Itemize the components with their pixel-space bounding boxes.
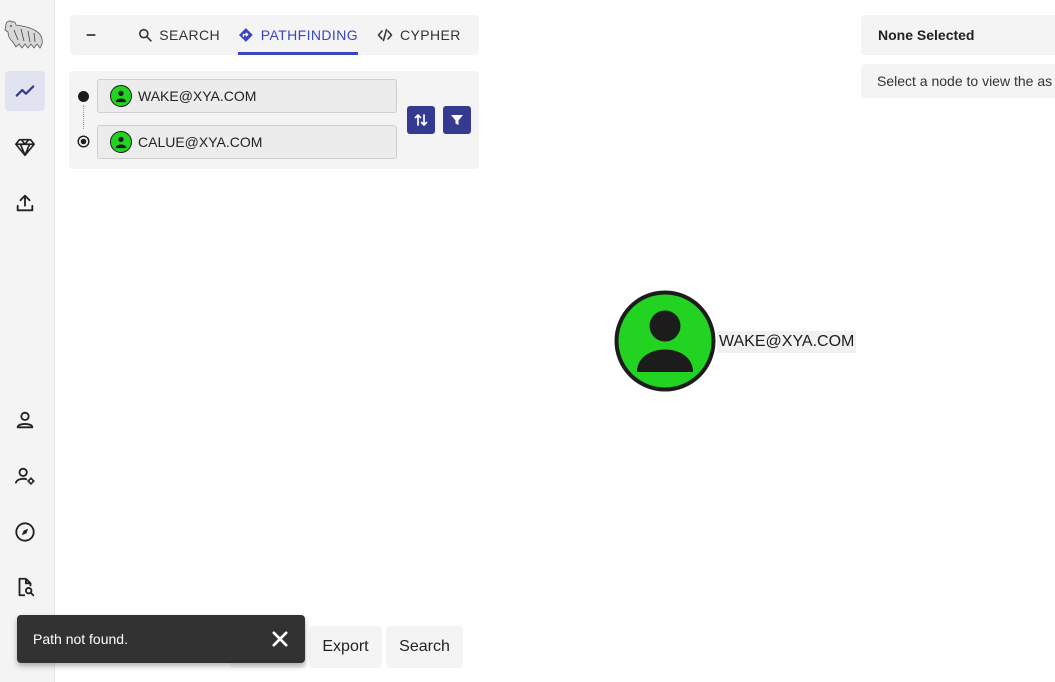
snackbar-close-button[interactable] xyxy=(269,628,291,650)
snackbar-message: Path not found. xyxy=(33,631,128,647)
tab-pathfinding[interactable]: PATHFINDING xyxy=(238,15,358,55)
directions-icon xyxy=(238,28,253,42)
tab-cypher-label: CYPHER xyxy=(400,27,461,43)
export-button[interactable]: Export xyxy=(309,626,382,668)
start-node-value: WAKE@XYA.COM xyxy=(138,88,257,104)
end-node-input[interactable]: CALUE@XYA.COM xyxy=(97,125,397,159)
sidebar-item-documentation[interactable] xyxy=(5,567,45,607)
trending-line-icon xyxy=(15,85,35,97)
sidebar xyxy=(0,0,55,682)
search-button[interactable]: Search xyxy=(386,626,463,668)
target-node-icon xyxy=(77,135,90,148)
sidebar-item-profile[interactable] xyxy=(5,400,45,440)
start-node-dot-icon xyxy=(78,91,89,102)
sidebar-item-administration[interactable] xyxy=(5,456,45,496)
person-icon xyxy=(16,411,34,429)
start-node-input[interactable]: WAKE@XYA.COM xyxy=(97,79,397,113)
path-connector xyxy=(83,105,84,129)
search-tabs-panel: SEARCH PATHFINDING CYPHER xyxy=(70,15,479,55)
graph-user-node[interactable] xyxy=(614,290,716,392)
filter-icon xyxy=(451,115,463,125)
entity-info-message: Select a node to view the as xyxy=(877,73,1053,89)
search-button-label: Search xyxy=(399,638,450,655)
close-icon xyxy=(272,631,288,647)
path-filter-button[interactable] xyxy=(443,106,471,134)
collapse-button[interactable] xyxy=(80,25,102,45)
minus-icon xyxy=(86,34,96,36)
sidebar-item-group-management[interactable] xyxy=(5,127,45,167)
graph-node-label: WAKE@XYA.COM xyxy=(717,331,857,353)
upload-icon xyxy=(16,194,34,212)
bloodhound-logo xyxy=(4,18,44,52)
user-icon xyxy=(110,85,132,107)
user-icon xyxy=(110,131,132,153)
user-gear-icon xyxy=(14,467,35,485)
end-node-value: CALUE@XYA.COM xyxy=(138,134,263,150)
tab-cypher[interactable]: CYPHER xyxy=(377,15,467,55)
gem-icon xyxy=(15,138,35,157)
compass-icon xyxy=(15,522,35,542)
tab-pathfinding-label: PATHFINDING xyxy=(260,27,358,43)
tab-search-label: SEARCH xyxy=(159,27,220,43)
sidebar-item-explore[interactable] xyxy=(5,71,45,111)
sidebar-item-file-ingest[interactable] xyxy=(5,183,45,223)
export-button-label: Export xyxy=(322,638,369,655)
swap-nodes-button[interactable] xyxy=(407,106,435,134)
pathfinding-panel: WAKE@XYA.COM CALUE@XYA.COM xyxy=(69,71,479,169)
notification-snackbar: Path not found. xyxy=(17,615,305,663)
sidebar-item-api-explorer[interactable] xyxy=(5,512,45,552)
magnifier-icon xyxy=(138,28,152,42)
code-icon xyxy=(377,28,393,42)
entity-info-header[interactable]: None Selected xyxy=(861,15,1055,55)
entity-info-title: None Selected xyxy=(878,27,975,43)
swap-vertical-icon xyxy=(414,114,428,126)
file-search-icon xyxy=(18,577,35,597)
entity-info-body: Select a node to view the as xyxy=(861,64,1055,98)
tab-search[interactable]: SEARCH xyxy=(138,15,220,55)
